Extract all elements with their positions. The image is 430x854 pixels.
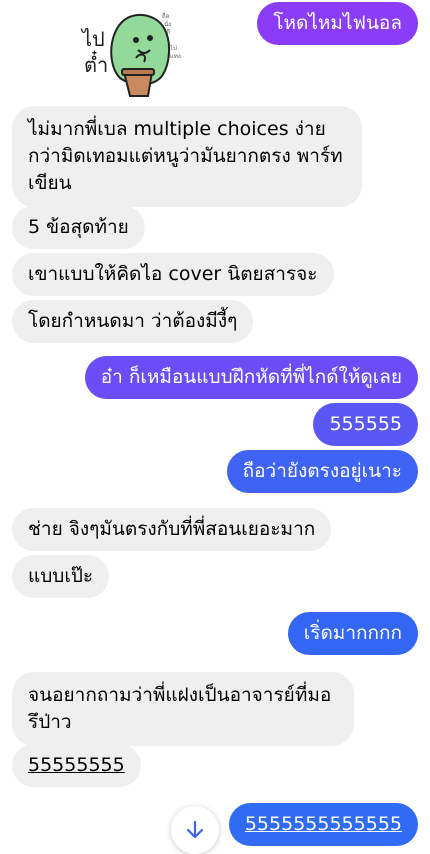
message-outgoing[interactable]: เริ่ดมากกกก xyxy=(287,612,418,655)
message-outgoing[interactable]: 555555 xyxy=(313,403,418,446)
message-incoming[interactable]: แบบเป๊ะ xyxy=(12,555,110,598)
svg-text:ตี: ตี xyxy=(166,28,170,36)
svg-text:ไป: ไป xyxy=(80,27,105,51)
svg-text:ถือ: ถือ xyxy=(162,12,170,20)
message-outgoing[interactable]: อ๋า ก็เหมือนแบบฝึกหัดที่พี่ไกด์ให้ดูเลย xyxy=(84,356,418,399)
svg-text:แทง: แทง xyxy=(170,53,181,60)
message-outgoing[interactable]: โหดไหมไฟนอล xyxy=(257,2,418,45)
chat-thread[interactable]: ไป ต๋ำ ถือ นั่ง ตี ไป แทง โหดไหมไฟนอล ไม… xyxy=(0,0,430,854)
message-incoming[interactable]: จนอยากถามว่าพี่แฝงเป็นอาจารย์ที่มอรึป่าว xyxy=(12,672,354,746)
message-incoming[interactable]: โดยกำหนดมา ว่าต้องมีงี้ๆ xyxy=(12,300,254,343)
message-outgoing[interactable]: ถือว่ายังตรงอยู่เนาะ xyxy=(226,450,418,493)
message-incoming[interactable]: เขาแบบให้คิดไอ cover นิตยสารจะ xyxy=(12,253,334,296)
sticker-drawing: ไป ต๋ำ ถือ นั่ง ตี ไป แทง xyxy=(80,12,181,97)
svg-text:นั่ง: นั่ง xyxy=(164,20,171,28)
message-incoming[interactable]: ช่าย จิงๆมันตรงกับที่พี่สอนเยอะมาก xyxy=(12,508,332,551)
message-incoming[interactable]: 5 ข้อสุดท้าย xyxy=(12,206,145,249)
arrow-down-icon xyxy=(186,820,204,839)
message-outgoing[interactable]: 5555555555555 xyxy=(228,803,418,846)
scroll-to-bottom-button[interactable] xyxy=(171,806,219,854)
sticker-image[interactable]: ไป ต๋ำ ถือ นั่ง ตี ไป แทง xyxy=(78,6,188,102)
svg-text:ต๋ำ: ต๋ำ xyxy=(84,50,108,77)
message-incoming[interactable]: 55555555 xyxy=(12,744,141,787)
svg-text:ไป: ไป xyxy=(169,44,177,52)
message-incoming[interactable]: ไม่มากพี่เบล multiple choices ง่ายกว่ามิ… xyxy=(12,106,362,207)
